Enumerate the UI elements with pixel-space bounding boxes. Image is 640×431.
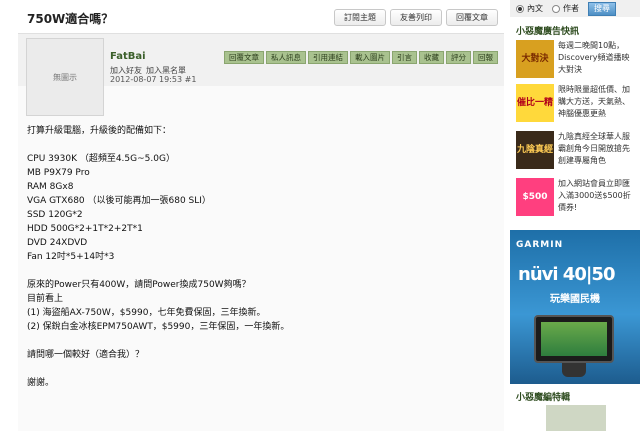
report-button[interactable]: 回報 bbox=[473, 51, 498, 64]
ad-text: 九陰真經全球華人服霸創角今日開放搶先創建專屬角色 bbox=[558, 132, 630, 165]
post-line: 原來的Power只有400W，請問Power換成750W夠嗎？ bbox=[27, 280, 251, 290]
garmin-tagline: 玩樂國民機 bbox=[550, 294, 600, 305]
ads-title: 小惡魔廣告快訊 bbox=[516, 27, 580, 37]
post-line: RAM 8Gx8 bbox=[27, 182, 74, 192]
features-title: 小惡魔編特輯 bbox=[516, 393, 571, 403]
main-column: 750W適合嗎？ 訂閱主題 友善列印 回覆文章 無圖示 FatBai 加入好友 … bbox=[18, 0, 504, 431]
gps-screen bbox=[541, 322, 607, 356]
ad-item[interactable]: 催比一精 限時限量超低價、加購大方送，天氣熱、神腦優惠更熱 bbox=[516, 84, 636, 122]
post-meta: 2012-08-07 19:53 #1 bbox=[110, 75, 197, 84]
post-line: (1) 海盜船AX-750W，$5990，七年免費保固，三年換新。 bbox=[27, 308, 266, 318]
post-line: CPU 3930K （超頻至4.5G~5.0G） bbox=[27, 154, 175, 164]
search-options: 內文 作者 搜尋 bbox=[510, 0, 640, 17]
avatar-placeholder-text: 無圖示 bbox=[53, 72, 77, 82]
search-content-radio[interactable] bbox=[516, 4, 524, 13]
ad-text: 每週二晚間10點，Discovery頻道播映大對決 bbox=[558, 41, 630, 74]
post-line bbox=[27, 138, 497, 152]
feature-thumb[interactable] bbox=[546, 405, 606, 431]
search-author-label: 作者 bbox=[563, 4, 579, 13]
garmin-model: nüvi 40|50 bbox=[518, 264, 615, 285]
gps-device-image bbox=[534, 315, 614, 363]
ad-thumb: $500 bbox=[516, 178, 554, 216]
ad-text: 限時限量超低價、加購大方送，天氣熱、神腦優惠更熱 bbox=[558, 85, 630, 118]
ad-item[interactable]: 九陰真經 九陰真經全球華人服霸創角今日開放搶先創建專屬角色 bbox=[516, 131, 636, 169]
post-line: VGA GTX680 （以後可能再加一張680 SLI） bbox=[27, 196, 211, 206]
post-line: 目前看上 bbox=[27, 294, 64, 304]
print-friendly-button[interactable]: 友善列印 bbox=[390, 9, 442, 26]
thread-actions: 訂閱主題 友善列印 回覆文章 bbox=[334, 9, 498, 26]
subscribe-thread-button[interactable]: 訂閱主題 bbox=[334, 9, 386, 26]
post-line: Fan 12吋*5+14吋*3 bbox=[27, 252, 115, 262]
rate-button[interactable]: 評分 bbox=[446, 51, 471, 64]
thread-header: 750W適合嗎？ 訂閱主題 友善列印 回覆文章 bbox=[18, 0, 504, 34]
quote-link-button[interactable]: 引用連結 bbox=[308, 51, 348, 64]
post-line: SSD 120G*2 bbox=[27, 210, 83, 220]
post-line: (2) 保銳白金冰核EPM750AWT，$5990，三年保固，一年換新。 bbox=[27, 322, 290, 332]
private-message-button[interactable]: 私人訊息 bbox=[266, 51, 306, 64]
avatar[interactable]: 無圖示 bbox=[26, 38, 104, 116]
garmin-banner[interactable]: GARMIN nüvi 40|50 玩樂國民機 bbox=[510, 230, 640, 384]
reply-thread-button[interactable]: 回覆文章 bbox=[446, 9, 498, 26]
post-line bbox=[27, 334, 497, 348]
load-images-button[interactable]: 載入圖片 bbox=[350, 51, 390, 64]
ad-thumb: 九陰真經 bbox=[516, 131, 554, 169]
gps-stand bbox=[562, 363, 586, 377]
post-line: 請問哪一個較好（適合我）？ bbox=[27, 350, 145, 360]
ad-item[interactable]: 大對決 每週二晚間10點，Discovery頻道播映大對決 bbox=[516, 40, 636, 78]
sidebar: 內文 作者 搜尋 小惡魔廣告快訊 大對決 每週二晚間10點，Discovery頻… bbox=[510, 0, 640, 431]
post-line bbox=[27, 362, 497, 376]
post-author[interactable]: FatBai bbox=[110, 51, 146, 62]
quote-button[interactable]: 引言 bbox=[392, 51, 417, 64]
post-line: 打算升級電腦，升級後的配備如下： bbox=[27, 126, 172, 136]
post-line: HDD 500G*2+1T*2+2T*1 bbox=[27, 224, 143, 234]
favorite-button[interactable]: 收藏 bbox=[419, 51, 444, 64]
garmin-logo: GARMIN bbox=[516, 240, 564, 250]
thread-title: 750W適合嗎？ bbox=[27, 12, 114, 26]
ad-thumb: 大對決 bbox=[516, 40, 554, 78]
post-content: 打算升級電腦，升級後的配備如下： CPU 3930K （超頻至4.5G~5.0G）… bbox=[27, 124, 497, 390]
search-author-radio[interactable] bbox=[552, 4, 560, 13]
post-line bbox=[27, 264, 497, 278]
post-actions: 回覆文章 私人訊息 引用連結 載入圖片 引言 收藏 評分 回報 bbox=[224, 51, 498, 64]
post-line: MB P9X79 Pro bbox=[27, 168, 90, 178]
ad-text: 加入網站會員立即匯入滿3000送$500折價券! bbox=[558, 179, 631, 212]
ad-thumb: 催比一精 bbox=[516, 84, 554, 122]
post-line: DVD 24XDVD bbox=[27, 238, 88, 248]
post-line: 謝謝。 bbox=[27, 378, 55, 388]
search-button[interactable]: 搜尋 bbox=[588, 1, 616, 16]
post: 無圖示 FatBai 加入好友 加入黑名單 2012-08-07 19:53 #… bbox=[18, 34, 504, 431]
search-content-label: 內文 bbox=[527, 4, 543, 13]
reply-post-button[interactable]: 回覆文章 bbox=[224, 51, 264, 64]
ad-item[interactable]: $500 加入網站會員立即匯入滿3000送$500折價券! bbox=[516, 178, 636, 216]
